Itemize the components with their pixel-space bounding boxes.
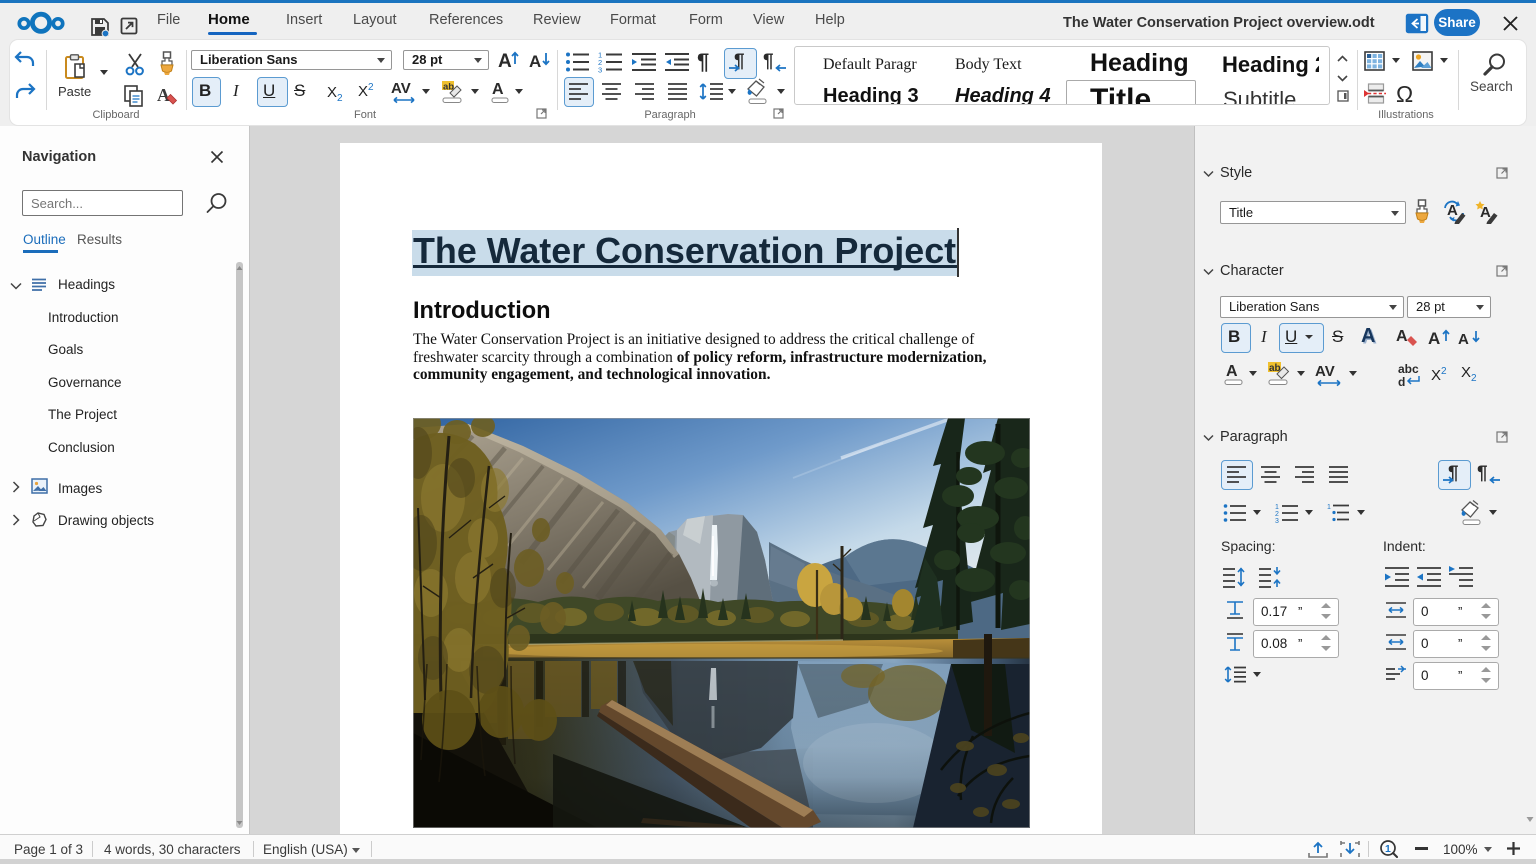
svg-text:A: A [529, 52, 541, 71]
svg-text:A: A [1226, 363, 1238, 380]
svg-text:A: A [498, 51, 512, 72]
svg-text:1: 1 [1327, 504, 1331, 511]
svg-text:d: d [1398, 375, 1405, 389]
svg-text:2: 2 [1275, 511, 1279, 518]
svg-text:3: 3 [1275, 518, 1279, 523]
svg-text:¶: ¶ [1448, 463, 1459, 484]
svg-text:A: A [1458, 331, 1469, 348]
svg-text:¶: ¶ [763, 51, 774, 72]
svg-text:A: A [492, 81, 504, 98]
svg-text:1: 1 [1385, 843, 1391, 855]
svg-text:¶: ¶ [1477, 463, 1488, 484]
svg-text:A: A [157, 85, 170, 105]
svg-text:A: A [1396, 328, 1408, 345]
svg-text:1: 1 [1275, 504, 1279, 511]
svg-text:AV: AV [391, 80, 411, 97]
svg-text:A: A [1447, 202, 1458, 219]
svg-text:3: 3 [598, 66, 602, 74]
svg-text:abc: abc [1398, 362, 1419, 376]
svg-text:A: A [1428, 329, 1440, 348]
svg-text:AV: AV [1315, 363, 1335, 380]
